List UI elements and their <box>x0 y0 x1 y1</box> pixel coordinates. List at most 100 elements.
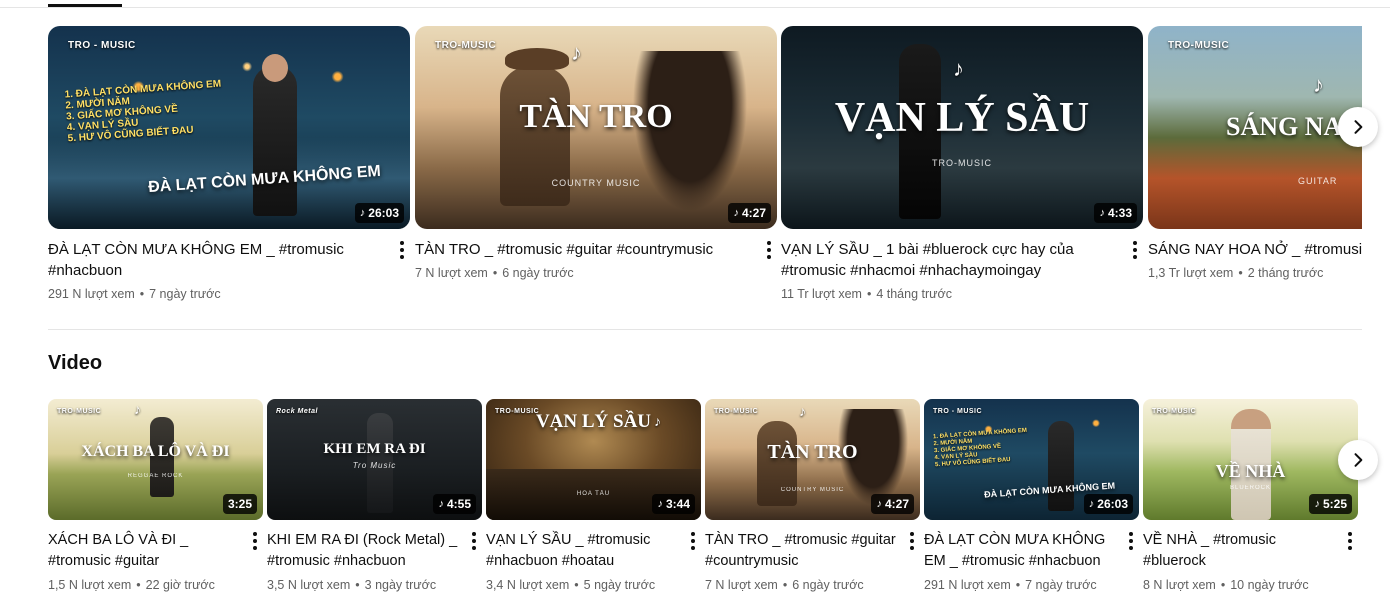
video-card[interactable]: TRO-MUSIC VỀ NHÀ BLUEROCK ♪ 5:25 VỀ NHÀ _… <box>1143 399 1358 592</box>
tabs-divider <box>0 7 1390 8</box>
video-stats: 7 N lượt xem • 6 ngày trước <box>415 266 574 280</box>
more-vert-icon[interactable] <box>1123 530 1139 552</box>
thumbnail-subcaption: TRO-MUSIC <box>932 158 992 168</box>
upload-age: 2 tháng trước <box>1247 266 1324 280</box>
video-card[interactable]: TRO-MUSIC ♪ XÁCH BA LÔ VÀ ĐI REGGAE ROCK… <box>48 399 267 592</box>
video-title[interactable]: ĐÀ LẠT CÒN MƯA KHÔNG EM _ #tromusic #nha… <box>48 239 384 281</box>
video-card[interactable]: TRO-MUSIC ♪ VẠN LÝ SẦU HÒA TẤU ♪ 3:44 VẠN… <box>486 399 705 592</box>
upload-age: 10 ngày trước <box>1230 578 1309 592</box>
view-count: 1,3 Tr lượt xem <box>1148 266 1234 280</box>
more-vert-icon[interactable] <box>761 239 777 261</box>
channel-watermark: TRO-MUSIC <box>1168 40 1230 51</box>
duration-badge: ♪ 4:27 <box>728 203 771 223</box>
video-title[interactable]: KHI EM RA ĐI (Rock Metal) _ #tromusic #n… <box>267 530 462 572</box>
music-note-icon: ♪ <box>876 498 882 510</box>
view-count: 3,5 N lượt xem <box>267 578 351 592</box>
music-note-icon: ♪ <box>953 56 964 81</box>
video-stats: 291 N lượt xem • 7 ngày trước <box>924 578 1097 592</box>
video-title[interactable]: VẠN LÝ SẦU _ 1 bài #bluerock cực hay của… <box>781 239 1117 281</box>
view-count: 3,4 N lượt xem <box>486 578 570 592</box>
thumbnail-caption: VỀ NHÀ <box>1215 461 1286 481</box>
more-vert-icon[interactable] <box>1127 239 1143 261</box>
music-note-icon: ♪ <box>657 498 663 510</box>
video-title[interactable]: VẠN LÝ SẦU _ #tromusic #nhacbuon #hoatau <box>486 530 681 572</box>
video-title[interactable]: SÁNG NAY HOA NỞ _ #tromusic # <box>1148 239 1362 260</box>
video-stats: 8 N lượt xem • 10 ngày trước <box>1143 578 1309 592</box>
music-note-icon: ♪ <box>733 207 739 219</box>
thumbnail-subcaption: Tro Music <box>352 461 397 470</box>
channel-watermark: TRO-MUSIC <box>435 40 497 51</box>
more-vert-icon[interactable] <box>1342 530 1358 552</box>
more-vert-icon[interactable] <box>466 530 482 552</box>
chevron-right-icon <box>1354 453 1363 467</box>
thumbnail-subcaption: BLUEROCK <box>1229 485 1271 491</box>
shelf-next-button[interactable] <box>1338 107 1378 147</box>
video-thumbnail[interactable]: TRO-MUSIC ♪ TÀN TRO COUNTRY MUSIC ♪ 4:27 <box>415 26 777 229</box>
video-thumbnail[interactable]: TRO - MUSIC 1. ĐÀ LẠT CÒN MƯA KHÔNG EM 2… <box>48 26 410 229</box>
video-title[interactable]: TÀN TRO _ #tromusic #guitar #countrymusi… <box>705 530 900 572</box>
view-count: 8 N lượt xem <box>1143 578 1216 592</box>
duration-badge: ♪ 4:55 <box>433 494 476 514</box>
video-stats: 3,5 N lượt xem • 3 ngày trước <box>267 578 437 592</box>
view-count: 7 N lượt xem <box>415 266 488 280</box>
music-note-icon: ♪ <box>799 403 806 419</box>
video-card[interactable]: TRO-MUSIC ♪ TÀN TRO COUNTRY MUSIC ♪ 4:27 … <box>415 26 781 280</box>
channel-watermark: TRO-MUSIC <box>714 408 759 415</box>
video-thumbnail[interactable]: TRO-MUSIC ♪ TÀN TRO COUNTRY MUSIC ♪ 4:27 <box>705 399 920 520</box>
section-divider <box>48 329 1362 330</box>
more-vert-icon[interactable] <box>394 239 410 261</box>
channel-watermark: TRO - MUSIC <box>68 40 136 51</box>
section-title[interactable]: Video <box>48 352 102 375</box>
view-count: 291 N lượt xem <box>48 287 135 301</box>
video-title[interactable]: TÀN TRO _ #tromusic #guitar #countrymusi… <box>415 239 751 260</box>
video-card[interactable]: TRO - MUSIC 1. ĐÀ LẠT CÒN MƯA KHÔNG EM 2… <box>48 26 414 301</box>
video-thumbnail[interactable]: TRO - MUSIC 1. ĐÀ LẠT CÒN MƯA KHÔNG EM 2… <box>924 399 1139 520</box>
more-vert-icon[interactable] <box>247 530 263 552</box>
more-vert-icon[interactable] <box>685 530 701 552</box>
video-stats: 291 N lượt xem • 7 ngày trước <box>48 287 221 301</box>
video-stats: 1,3 Tr lượt xem • 2 tháng trước <box>1148 266 1324 280</box>
video-card[interactable]: TRO - MUSIC 1. ĐÀ LẠT CÒN MƯA KHÔNG EM 2… <box>924 399 1143 592</box>
video-card[interactable]: Rock Metal KHI EM RA ĐI Tro Music ♪ 4:55 … <box>267 399 486 592</box>
video-card[interactable]: ♪ VẠN LÝ SẦU TRO-MUSIC ♪ 4:33 VẠN LÝ SẦU … <box>781 26 1147 301</box>
featured-shelf: TRO - MUSIC 1. ĐÀ LẠT CÒN MƯA KHÔNG EM 2… <box>48 26 1362 316</box>
upload-age: 4 tháng trước <box>876 287 952 301</box>
video-title[interactable]: VỀ NHÀ _ #tromusic #bluerock <box>1143 530 1338 572</box>
video-title[interactable]: XÁCH BA LÔ VÀ ĐI _ #tromusic #guitar <box>48 530 243 572</box>
upload-age: 5 ngày trước <box>583 578 656 592</box>
view-count: 11 Tr lượt xem <box>781 287 862 301</box>
view-count: 1,5 N lượt xem <box>48 578 132 592</box>
thumbnail-caption: VẠN LÝ SẦU <box>535 411 652 432</box>
video-thumbnail[interactable]: TRO-MUSIC VỀ NHÀ BLUEROCK ♪ 5:25 <box>1143 399 1358 520</box>
upload-age: 7 ngày trước <box>1025 578 1097 592</box>
chevron-right-icon <box>1354 120 1363 134</box>
video-stats: 7 N lượt xem • 6 ngày trước <box>705 578 864 592</box>
video-thumbnail[interactable]: TRO-MUSIC ♪ VẠN LÝ SẦU HÒA TẤU ♪ 3:44 <box>486 399 701 520</box>
music-note-icon: ♪ <box>1099 207 1105 219</box>
video-title[interactable]: ĐÀ LẠT CÒN MƯA KHÔNG EM _ #tromusic #nha… <box>924 530 1119 572</box>
view-count: 7 N lượt xem <box>705 578 778 592</box>
video-card[interactable]: TRO-MUSIC ♪ TÀN TRO COUNTRY MUSIC ♪ 4:27 … <box>705 399 924 592</box>
channel-watermark: TRO - MUSIC <box>933 408 983 415</box>
channel-watermark: TRO-MUSIC <box>1152 408 1197 415</box>
video-thumbnail[interactable]: Rock Metal KHI EM RA ĐI Tro Music ♪ 4:55 <box>267 399 482 520</box>
video-card[interactable]: TRO-MUSIC ♪ SÁNG NAY GUITAR SÁNG NAY HOA… <box>1148 26 1362 280</box>
video-thumbnail[interactable]: TRO-MUSIC ♪ SÁNG NAY GUITAR <box>1148 26 1362 229</box>
music-note-icon: ♪ <box>1088 498 1095 510</box>
music-note-icon: ♪ <box>1314 498 1320 510</box>
duration-badge: ♪ 5:25 <box>1309 494 1352 514</box>
thumbnail-subcaption: REGGAE ROCK <box>127 473 184 479</box>
video-thumbnail[interactable]: TRO-MUSIC ♪ XÁCH BA LÔ VÀ ĐI REGGAE ROCK… <box>48 399 263 520</box>
duration-badge: ♪ 26:03 <box>354 203 404 223</box>
more-vert-icon[interactable] <box>904 530 920 552</box>
video-stats: 1,5 N lượt xem • 22 giờ trước <box>48 578 215 592</box>
upload-age: 3 ngày trước <box>364 578 437 592</box>
channel-watermark: TRO-MUSIC <box>57 408 102 415</box>
duration-badge: 3:25 <box>222 494 257 514</box>
thumbnail-subcaption: COUNTRY MUSIC <box>780 487 845 493</box>
video-stats: 11 Tr lượt xem • 4 tháng trước <box>781 287 952 301</box>
video-thumbnail[interactable]: ♪ VẠN LÝ SẦU TRO-MUSIC ♪ 4:33 <box>781 26 1143 229</box>
duration-badge: ♪ 26:03 <box>1083 494 1133 514</box>
video-shelf-next-button[interactable] <box>1338 440 1378 480</box>
thumbnail-caption: KHI EM RA ĐI <box>323 441 426 457</box>
